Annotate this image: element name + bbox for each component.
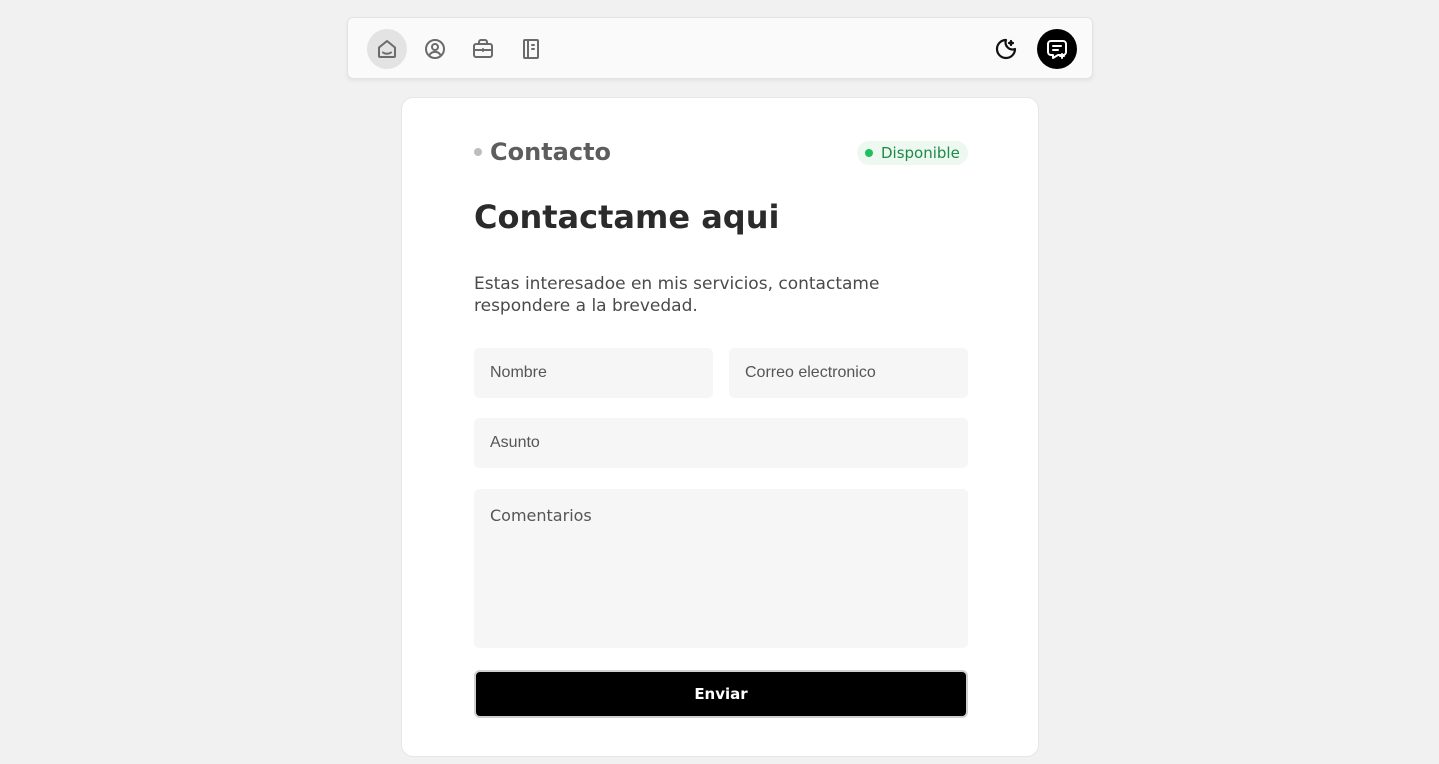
status-badge-text: Disponible <box>881 144 960 162</box>
comments-textarea[interactable] <box>474 489 968 648</box>
home-icon <box>378 40 396 58</box>
nav-about-button[interactable] <box>415 29 455 69</box>
status-badge: Disponible <box>857 141 968 165</box>
page-title: Contactame aqui <box>474 198 780 236</box>
page-description: Estas interesadoe en mis servicios, cont… <box>474 274 880 316</box>
notebook-icon <box>523 39 539 59</box>
top-navbar <box>347 17 1093 79</box>
nav-home-button[interactable] <box>367 29 407 69</box>
user-circle-icon <box>425 39 445 59</box>
moon-icon <box>995 38 1017 60</box>
section-label-text: Contacto <box>490 138 612 166</box>
contact-chat-button[interactable] <box>1037 29 1077 69</box>
section-dot <box>474 148 482 156</box>
contact-card: Contacto Disponible Contactame aqui Esta… <box>401 97 1039 757</box>
briefcase-icon <box>473 39 493 58</box>
theme-toggle-button[interactable] <box>986 29 1026 69</box>
message-plus-icon <box>1047 40 1067 59</box>
submit-button[interactable]: Enviar <box>474 670 968 718</box>
nav-portfolio-button[interactable] <box>463 29 503 69</box>
email-input[interactable] <box>729 348 968 398</box>
status-dot <box>865 149 873 157</box>
name-input[interactable] <box>474 348 713 398</box>
nav-blog-button[interactable] <box>511 29 551 69</box>
subject-input[interactable] <box>474 418 968 468</box>
section-label: Contacto <box>474 138 611 166</box>
